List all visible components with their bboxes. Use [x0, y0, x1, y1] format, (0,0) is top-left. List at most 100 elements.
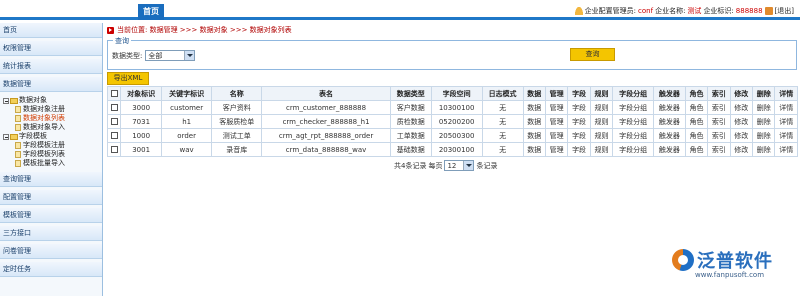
per-page-select[interactable]: 12 [444, 160, 475, 171]
row-select-cell [106, 114, 122, 129]
row-action-link[interactable]: 修改 [729, 114, 754, 129]
row-action-link[interactable]: 规则 [589, 100, 614, 115]
row-action-link[interactable]: 字段 [567, 142, 591, 157]
page-icon [15, 160, 21, 167]
tree-leaf-template-list[interactable]: 字段模板列表 [3, 150, 102, 159]
sidebar-item-home[interactable]: 首页 [0, 23, 102, 38]
header-cell: 日志模式 [481, 86, 524, 101]
tree-group-field-template[interactable]: 字段模板 [3, 132, 102, 141]
sidebar-item-query[interactable]: 查询管理 [0, 172, 102, 187]
row-action-link[interactable]: 索引 [707, 114, 731, 129]
tree-group-label: 字段模板 [19, 132, 47, 140]
row-action-link[interactable]: 修改 [729, 100, 754, 115]
row-action-link[interactable]: 数据 [522, 100, 546, 115]
row-action-link[interactable]: 字段分组 [612, 114, 655, 129]
tree-leaf-import[interactable]: 数据对象导入 [3, 123, 102, 132]
per-page-unit: 条记录 [476, 161, 498, 170]
header-cell: 表名 [261, 86, 391, 101]
row-checkbox[interactable] [110, 104, 118, 111]
row-action-link[interactable]: 管理 [544, 100, 569, 115]
row-action-link[interactable]: 字段分组 [612, 100, 655, 115]
row-action-link[interactable]: 规则 [589, 128, 614, 143]
table-cell: 无 [481, 114, 524, 129]
row-action-link[interactable]: 数据 [522, 128, 546, 143]
chevron-down-icon[interactable] [463, 161, 474, 170]
select-all-checkbox[interactable] [110, 90, 118, 97]
sidebar-item-config[interactable]: 配置管理 [0, 190, 102, 205]
sidebar-item-reports[interactable]: 统计报表 [0, 59, 102, 74]
row-checkbox[interactable] [110, 146, 118, 153]
chevron-down-icon[interactable] [184, 51, 195, 60]
row-action-link[interactable]: 字段 [567, 128, 591, 143]
sidebar-item-api[interactable]: 三方接口 [0, 226, 102, 241]
row-action-link[interactable]: 详情 [774, 114, 798, 129]
row-action-link[interactable]: 触发器 [653, 100, 686, 115]
row-action-link[interactable]: 管理 [544, 142, 569, 157]
table-row: 7031 h1 客服质检单 crm_checker_888888_h1 质检数据 0520… [106, 114, 798, 129]
collapse-icon[interactable] [3, 133, 9, 140]
row-action-link[interactable]: 详情 [774, 100, 798, 115]
total-records: 共4条记录 [394, 161, 427, 170]
row-action-link[interactable]: 索引 [707, 100, 731, 115]
row-action-link[interactable]: 详情 [774, 142, 798, 157]
header-cell: 角色 [684, 86, 709, 101]
tree-leaf-register[interactable]: 数据对象注册 [3, 105, 102, 114]
query-button[interactable]: 查询 [570, 48, 615, 61]
row-action-link[interactable]: 角色 [684, 114, 709, 129]
user-icon [574, 7, 583, 15]
row-action-link[interactable]: 字段分组 [612, 128, 655, 143]
row-action-link[interactable]: 管理 [544, 114, 569, 129]
row-action-link[interactable]: 角色 [684, 128, 709, 143]
row-action-link[interactable]: 索引 [707, 128, 731, 143]
sidebar-item-data-management[interactable]: 数据管理 [0, 77, 102, 92]
type-select[interactable]: 全部 [145, 50, 196, 61]
row-action-link[interactable]: 索引 [707, 142, 731, 157]
row-action-link[interactable]: 规则 [589, 142, 614, 157]
table-cell: crm_data_888888_wav [261, 142, 391, 157]
code-value: 888888 [735, 7, 763, 15]
page-icon [15, 115, 21, 122]
export-xml-button[interactable]: 导出XML [107, 72, 149, 85]
row-action-link[interactable]: 字段分组 [612, 142, 655, 157]
logout-link[interactable]: [退出] [775, 6, 794, 16]
collapse-icon[interactable] [3, 97, 9, 104]
table-cell: customer [161, 100, 213, 115]
row-action-link[interactable]: 删除 [752, 114, 776, 129]
row-action-link[interactable]: 数据 [522, 142, 546, 157]
sidebar-item-schedule[interactable]: 定时任务 [0, 262, 102, 277]
sidebar-item-survey[interactable]: 问卷管理 [0, 244, 102, 259]
admin-label: 企业配置管理员: [584, 7, 637, 15]
row-action-link[interactable]: 删除 [752, 142, 776, 157]
sidebar-item-permission[interactable]: 权限管理 [0, 41, 102, 56]
table-row: 3000 customer 客户资料 crm_customer_888888 客户数据 1… [106, 100, 798, 115]
row-action-link[interactable]: 管理 [544, 128, 569, 143]
tree-leaf-template-register[interactable]: 字段模板注册 [3, 141, 102, 150]
tree-leaf-list[interactable]: 数据对象列表 [3, 114, 102, 123]
row-action-link[interactable]: 修改 [729, 128, 754, 143]
table-cell: wav [161, 142, 213, 157]
row-checkbox[interactable] [110, 132, 118, 139]
sidebar-item-template[interactable]: 模板管理 [0, 208, 102, 223]
row-action-link[interactable]: 数据 [522, 114, 546, 129]
row-action-link[interactable]: 删除 [752, 128, 776, 143]
row-action-link[interactable]: 字段 [567, 100, 591, 115]
row-action-link[interactable]: 规则 [589, 114, 614, 129]
row-action-link[interactable]: 详情 [774, 128, 798, 143]
per-page-value: 12 [447, 161, 457, 170]
type-label: 数据类型: [112, 51, 143, 60]
tab-home[interactable]: 首页 [138, 4, 164, 20]
row-action-link[interactable]: 修改 [729, 142, 754, 157]
row-checkbox[interactable] [110, 118, 118, 125]
brand-name: 泛普软件 [697, 251, 773, 272]
row-action-link[interactable]: 角色 [684, 142, 709, 157]
tree-group-data-object[interactable]: 数据对象 [3, 96, 102, 105]
top-bar: 首页 企业配置管理员: conf 企业名称: 测试 企业标识: 888888 [… [0, 0, 800, 20]
row-action-link[interactable]: 角色 [684, 100, 709, 115]
row-action-link[interactable]: 触发器 [653, 128, 686, 143]
row-action-link[interactable]: 删除 [752, 100, 776, 115]
tree-leaf-template-import[interactable]: 模板批量导入 [3, 159, 102, 168]
row-action-link[interactable]: 触发器 [653, 114, 686, 129]
table-row: 3001 wav 录音库 crm_data_888888_wav 基础数据 2030010… [106, 142, 798, 157]
row-action-link[interactable]: 触发器 [653, 142, 686, 157]
row-action-link[interactable]: 字段 [567, 114, 591, 129]
